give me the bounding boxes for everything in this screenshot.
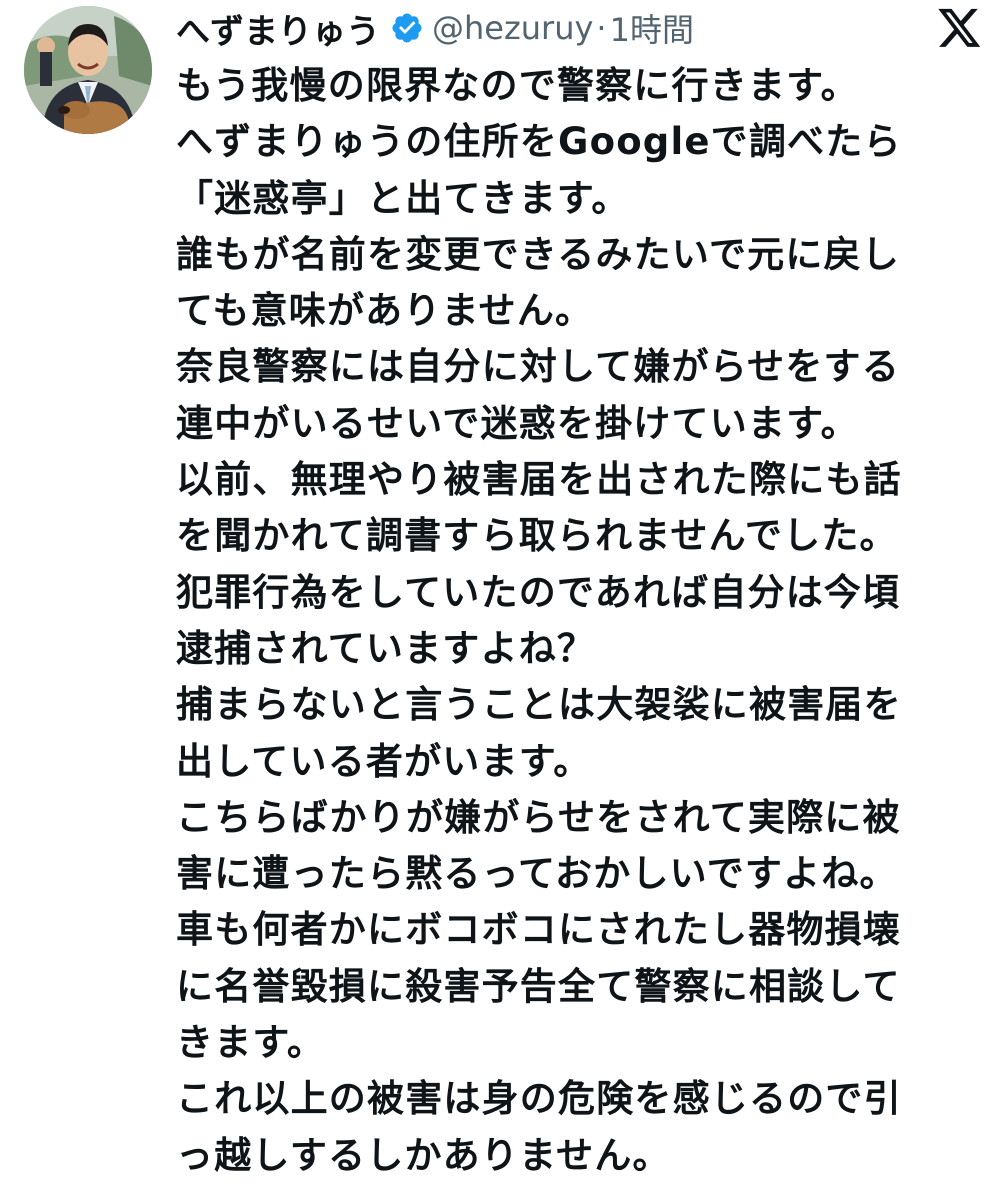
user-handle[interactable]: @hezuruy <box>432 9 593 47</box>
tweet-post: へずまりゅう @hezuruy · 1時間 もう我慢の限界なので警察に行きます。… <box>0 0 1007 1200</box>
separator-dot: · <box>596 9 607 47</box>
avatar[interactable] <box>24 6 152 134</box>
tweet-text-line: 逮捕されていますよね？ <box>176 626 596 670</box>
tweet-text-line: 犯罪行為をしていたのであれば自分は今頃 <box>176 570 901 614</box>
tweet-text-line: 以前、無理やり被害届を出された際にも話 <box>176 458 902 502</box>
display-name[interactable]: へずまりゅう <box>176 4 380 53</box>
tweet-text-line: 出している者がいます。 <box>176 739 592 783</box>
tweet-text-line: もう我慢の限界なので警察に行きます。 <box>176 64 859 107</box>
x-logo-icon[interactable] <box>938 8 982 48</box>
tweet-text-line: へずまりゅうの住所をGoogleで調べたら <box>176 120 902 164</box>
tweet-text-line: を聞かれて調書すら取られませんでした。 <box>176 514 898 558</box>
tweet-text-line: こちらばかりが嫌がらせをされて実際に被 <box>176 795 901 839</box>
tweet-text-line: きます。 <box>176 1021 326 1065</box>
tweet-text-line: 害に遭ったら黙るっておかしいですよね。 <box>176 852 898 896</box>
tweet-text-line: ても意味がありません。 <box>176 289 594 333</box>
post-timestamp[interactable]: 1時間 <box>610 5 694 51</box>
tweet-text-line: 誰もが名前を変更できるみたいで元に戻し <box>176 232 900 276</box>
tweet-text-line: 「迷惑亭」と出てきます。 <box>176 176 630 220</box>
avatar-photo <box>24 6 152 134</box>
tweet-text-line: 連中がいるせいで迷惑を掛けています。 <box>176 401 859 445</box>
tweet-text-line: っ越しするしかありません。 <box>176 1133 671 1177</box>
verified-badge-icon <box>392 13 422 43</box>
tweet-text-line: 車も何者かにボコボコにされたし器物損壊 <box>176 908 902 952</box>
tweet-text-line: 奈良警察には自分に対して嫌がらせをする <box>176 345 900 389</box>
tweet-body: もう我慢の限界なので警察に行きます。 へずまりゅうの住所をGoogleで調べたら… <box>176 58 966 1184</box>
tweet-text-line: これ以上の被害は身の危険を感じるので引 <box>176 1077 902 1121</box>
tweet-text-line: 捕まらないと言うことは大袈裟に被害届を <box>176 683 902 727</box>
tweet-header: へずまりゅう @hezuruy · 1時間 <box>176 4 694 52</box>
tweet-text-line: に名誉毀損に殺害予告全て警察に相談して <box>176 964 901 1008</box>
